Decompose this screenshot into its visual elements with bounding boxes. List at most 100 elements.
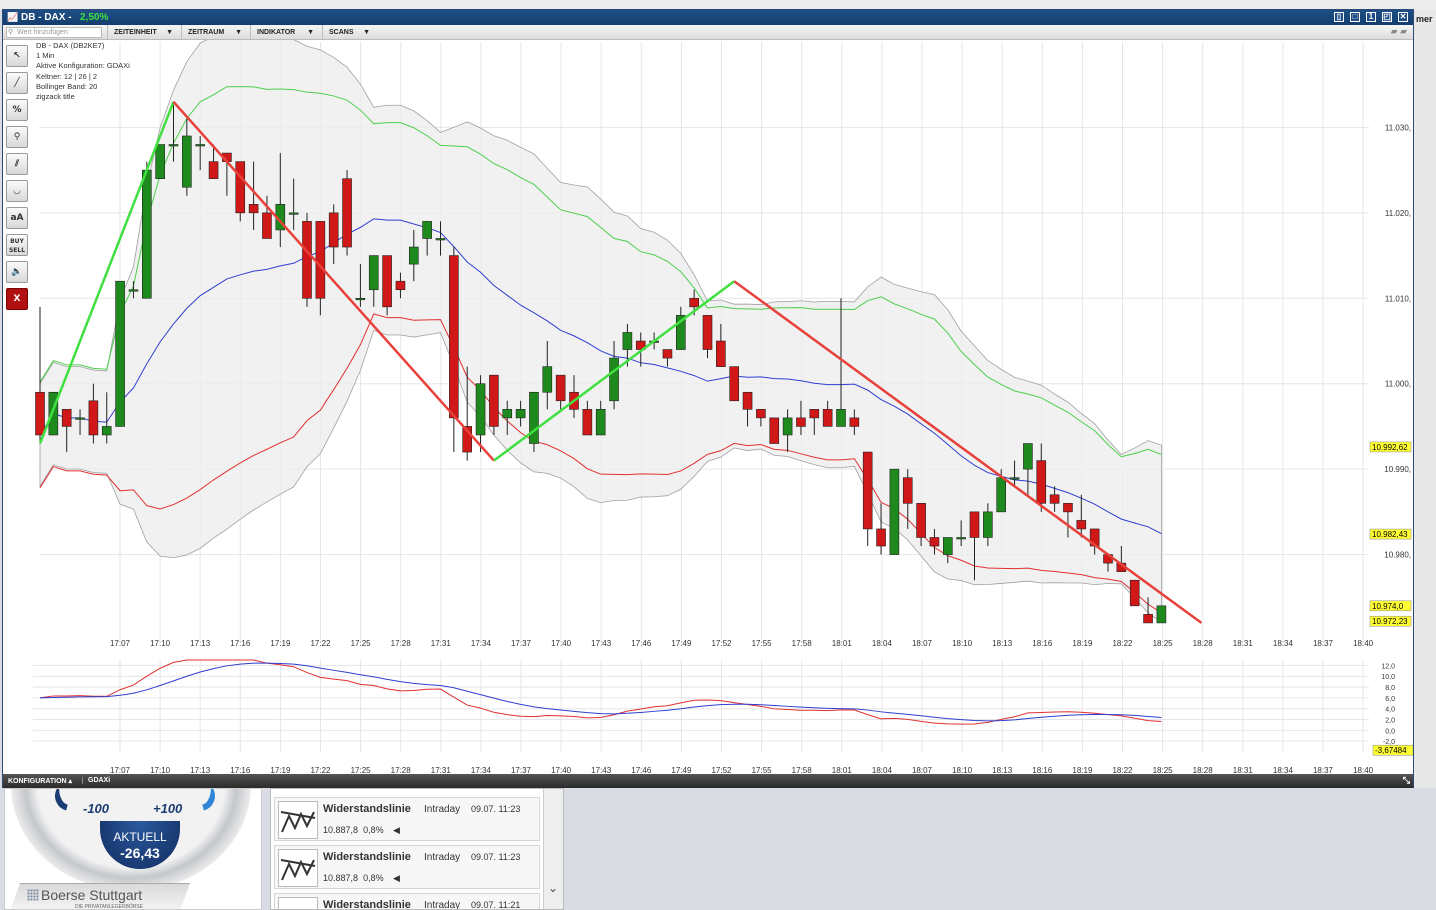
macd-x-tick-label: 18:28 <box>1193 766 1214 774</box>
candle-body <box>782 417 793 436</box>
gauge-min-label: -100 <box>83 801 110 816</box>
candle-body <box>836 409 846 427</box>
candle-body <box>1076 520 1087 530</box>
candle-body <box>342 178 352 248</box>
candle-body <box>929 537 940 547</box>
candle-body <box>529 391 539 444</box>
chevron-down-icon[interactable]: ⌄ <box>548 881 558 895</box>
one-icon[interactable]: 1 <box>1366 12 1376 22</box>
x-tick-label: 17:16 <box>230 639 251 648</box>
config-name[interactable]: GDAXi <box>82 777 110 784</box>
candle-body <box>1129 579 1140 607</box>
x-tick-label: 18:10 <box>952 639 973 648</box>
x-tick-label: 18:01 <box>832 639 853 648</box>
x-tick-label: 17:40 <box>551 639 572 648</box>
menu-zeitraum[interactable]: ZEITRAUM ▼ <box>181 25 246 40</box>
candle-body <box>555 374 566 402</box>
info-symbol: DB - DAX (DB2KE7) <box>36 41 105 50</box>
price-chart[interactable]: 17:07 17:10 17:13 17:16 17:19 17:22 17:25 17:28… <box>3 40 1413 774</box>
info-config: Aktive Konfiguration: GDAXi <box>36 61 130 71</box>
macd-x-tick-label: 17:28 <box>391 766 412 774</box>
y-tick-label: 10.980, <box>1384 551 1411 560</box>
menu-scans[interactable]: SCANS ▼ <box>322 25 374 40</box>
menu-indikator[interactable]: INDIKATOR ▼ <box>250 25 318 40</box>
right-edge-text: mer <box>1416 14 1433 24</box>
candle-body <box>382 255 392 308</box>
macd-tag-label: -3,67484 <box>1375 746 1407 755</box>
x-tick-label: 17:37 <box>511 639 532 648</box>
close-icon[interactable]: ✕ <box>1398 12 1408 22</box>
x-tick-label: 18:04 <box>872 639 893 648</box>
menu-zeiteinheit[interactable]: ZEITEINHEIT ▼ <box>107 25 177 40</box>
config-menu[interactable]: KONFIGURATION ▴ <box>8 777 72 785</box>
candle-body <box>449 255 459 419</box>
signal-date: 09.07. 11:23 <box>471 804 521 814</box>
candle-body <box>983 511 993 538</box>
resistance-chart-icon <box>278 801 318 839</box>
candle-body <box>395 280 406 291</box>
candle-body <box>302 221 312 299</box>
candle-body <box>622 332 633 350</box>
menu-label: INDIKATOR <box>257 29 296 36</box>
candle-body <box>142 169 152 299</box>
macd-x-tick-label: 17:55 <box>752 766 773 774</box>
macd-tick-label: 8,0 <box>1385 685 1395 692</box>
list-item[interactable]: Widerstandslinie Intraday 09.07. 11:21 <box>274 893 540 909</box>
tile-icon[interactable]: ▯ <box>1334 12 1344 22</box>
candle-body <box>328 212 339 248</box>
x-tick-label: 17:34 <box>471 639 492 648</box>
candle-body <box>515 409 526 419</box>
signal-type: Intraday <box>424 804 461 815</box>
price-tag-label: 10.974,0 <box>1372 602 1404 611</box>
macd-area <box>33 660 1365 752</box>
candle-body <box>542 366 553 393</box>
x-tick-label: 18:07 <box>912 639 933 648</box>
square-icon[interactable]: □ <box>1350 12 1360 22</box>
x-tick-label: 18:19 <box>1072 639 1093 648</box>
logo-icon <box>27 889 39 901</box>
chart-icon: 📈 <box>7 12 19 22</box>
candle-body <box>902 477 913 504</box>
x-tick-label: 18:22 <box>1112 639 1133 648</box>
macd-x-tick-label: 18:01 <box>832 766 853 774</box>
gauge-value: -26,43 <box>120 845 160 861</box>
candle-body <box>1049 494 1060 504</box>
play-icon[interactable]: ◀ <box>393 873 400 884</box>
signal-pct: 0,8% <box>363 825 384 835</box>
macd-tick-label: 6,0 <box>1385 696 1395 703</box>
price-tag-label: 10.972,23 <box>1372 617 1408 626</box>
x-tick-label: 17:13 <box>190 639 211 648</box>
x-tick-label: 17:52 <box>711 639 732 648</box>
signal-price: 10.887,8 <box>323 825 359 835</box>
candle-body <box>155 144 165 179</box>
macd-x-tick-label: 18:19 <box>1072 766 1093 774</box>
list-item[interactable]: Widerstandslinie Intraday 09.07. 11:23 1… <box>274 845 540 889</box>
play-icon[interactable]: ◀ <box>393 825 400 836</box>
candle-body <box>609 357 619 402</box>
resize-icon[interactable]: ⤡ <box>1403 775 1410 786</box>
y-tick-label: 10.990, <box>1384 465 1411 474</box>
y-tick-label: 11.000, <box>1385 380 1411 389</box>
candle-body <box>168 144 179 147</box>
restore-icon[interactable]: ◰ <box>1382 12 1392 22</box>
candle-body <box>208 161 219 179</box>
candle-body <box>849 417 860 427</box>
window-titlebar[interactable]: 📈 DB - DAX - 2,50% ▯ □ 1 ◰ ✕ <box>3 10 1413 25</box>
signal-title: Widerstandslinie <box>323 851 411 863</box>
folder-icons[interactable]: ▰ ▰ <box>1391 26 1407 37</box>
x-tick-label: 17:49 <box>671 639 692 648</box>
gauge-max-label: +100 <box>153 801 183 816</box>
signal-title: Widerstandslinie <box>323 803 411 815</box>
list-item[interactable]: Widerstandslinie Intraday 09.07. 11:23 1… <box>274 797 540 841</box>
macd-x-tick-label: 17:25 <box>351 766 372 774</box>
macd-tick-label: 10,0 <box>1381 674 1395 681</box>
list-scrollbar[interactable]: ⌄ <box>543 789 563 909</box>
candle-body <box>128 289 139 292</box>
search-input[interactable]: ⚲ Wert hinzufügen <box>6 27 102 38</box>
candle-body <box>248 204 259 214</box>
candle-body <box>582 409 593 436</box>
x-tick-label: 18:31 <box>1233 639 1254 648</box>
candle-body <box>716 340 726 367</box>
candle-body <box>916 503 926 538</box>
candle-body <box>729 366 740 402</box>
